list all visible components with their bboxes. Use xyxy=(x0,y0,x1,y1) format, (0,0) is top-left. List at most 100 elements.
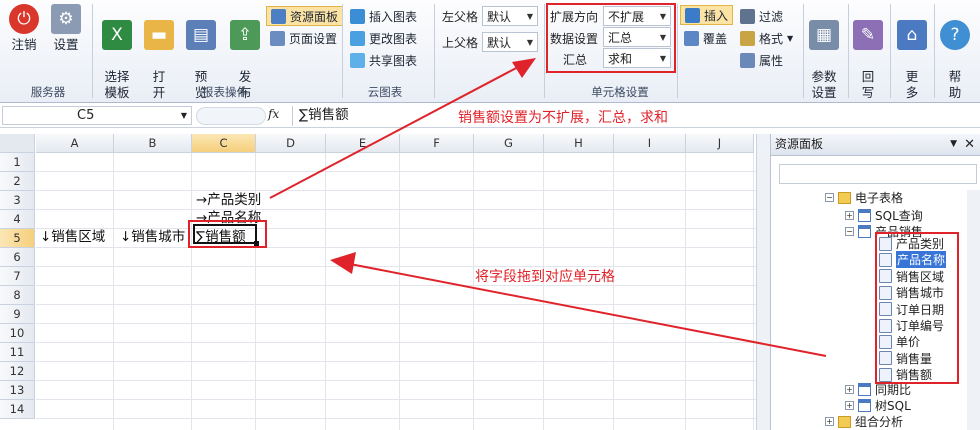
page-icon xyxy=(270,30,285,46)
top-parent-value: 默认 xyxy=(487,35,512,50)
more-button[interactable]: ⌂ 更 多 xyxy=(896,4,928,117)
more-label: 更 多 xyxy=(905,69,919,100)
tree-yoy-label: 同期比 xyxy=(875,383,912,397)
help-button[interactable]: ? 帮 助 xyxy=(938,4,972,117)
param-settings-button[interactable]: ▦ 参数 设置 xyxy=(806,4,842,117)
tree-electronic-table[interactable]: − 电子表格 xyxy=(825,189,903,206)
top-parent-select[interactable]: 默认 ▼ xyxy=(482,32,538,52)
select-template-button[interactable]: X 选择 模板 xyxy=(98,4,136,117)
collapse-icon[interactable]: − xyxy=(845,227,854,236)
row-header-14[interactable]: 14 xyxy=(0,400,35,419)
expand-icon[interactable]: + xyxy=(825,417,834,426)
column-header-e[interactable]: E xyxy=(326,134,400,153)
app-window: ⏻ 注销 ⚙ 设置 服务器 X 选择 模板 ▬ 打 开 ▤ 预 览 ⇪ 发 布 … xyxy=(0,0,980,430)
cell-settings-highlight xyxy=(546,3,676,73)
cell-b5[interactable]: ↓销售城市 xyxy=(120,225,185,245)
more-icon: ⌂ xyxy=(897,20,927,50)
row-header-13[interactable]: 13 xyxy=(0,381,35,400)
formula-controls xyxy=(196,107,266,125)
cell-a5[interactable]: ↓销售区域 xyxy=(40,225,105,245)
column-header-c[interactable]: C xyxy=(192,134,256,153)
grid-row-line xyxy=(36,209,756,210)
column-header-d[interactable]: D xyxy=(256,134,326,153)
row-header-4[interactable]: 4 xyxy=(0,210,35,229)
page-settings-button[interactable]: 页面设置 xyxy=(270,28,337,48)
publish-button[interactable]: ⇪ 发 布 xyxy=(226,4,264,117)
insert-label: 插入 xyxy=(704,8,729,23)
format-button[interactable]: 格式 ▼ xyxy=(740,28,793,48)
grid-column-line xyxy=(473,153,474,430)
resource-panel-button[interactable]: 资源面板 xyxy=(266,6,344,26)
column-header-f[interactable]: F xyxy=(400,134,474,153)
row-header-8[interactable]: 8 xyxy=(0,286,35,305)
insert-button[interactable]: 插入 xyxy=(680,5,734,25)
change-chart-label: 更改图表 xyxy=(369,31,418,46)
row-header-11[interactable]: 11 xyxy=(0,343,35,362)
grid-column-line xyxy=(113,153,114,430)
name-box[interactable]: C5 ▼ xyxy=(2,106,192,125)
row-header-6[interactable]: 6 xyxy=(0,248,35,267)
filter-icon xyxy=(740,8,755,24)
separator xyxy=(92,4,93,98)
writeback-button[interactable]: ✎ 回 写 xyxy=(852,4,884,117)
grid-row-line xyxy=(36,361,756,362)
row-header-3[interactable]: 3 xyxy=(0,191,35,210)
resource-panel-header: 资源面板 ▼ ✕ xyxy=(771,134,980,156)
filter-button[interactable]: 过滤 xyxy=(740,6,783,26)
brush-icon xyxy=(740,30,755,46)
close-icon[interactable]: ✕ xyxy=(964,134,975,155)
logout-button[interactable]: ⏻ 注销 xyxy=(6,4,42,53)
separator xyxy=(803,4,804,98)
column-header-i[interactable]: I xyxy=(614,134,686,153)
row-header-7[interactable]: 7 xyxy=(0,267,35,286)
panel-scrollbar[interactable] xyxy=(967,190,980,430)
open-button[interactable]: ▬ 打 开 xyxy=(142,4,176,117)
change-chart-button[interactable]: 更改图表 xyxy=(350,28,417,48)
expand-icon[interactable]: + xyxy=(845,385,854,394)
settings-button[interactable]: ⚙ 设置 xyxy=(48,4,84,53)
column-header-b[interactable]: B xyxy=(114,134,192,153)
column-header-a[interactable]: A xyxy=(36,134,114,153)
property-label: 属性 xyxy=(759,53,784,68)
fx-icon[interactable]: fx xyxy=(268,107,279,121)
publish-icon: ⇪ xyxy=(230,20,260,50)
column-header-g[interactable]: G xyxy=(474,134,544,153)
left-parent-select[interactable]: 默认 ▼ xyxy=(482,6,538,26)
separator xyxy=(677,4,678,98)
property-icon xyxy=(740,52,755,68)
param-settings-label: 参数 设置 xyxy=(811,69,837,100)
row-header-12[interactable]: 12 xyxy=(0,362,35,381)
tree-combo-analysis[interactable]: + 组合分析 xyxy=(825,413,903,430)
chevron-down-icon[interactable]: ▼ xyxy=(950,134,957,155)
row-header-10[interactable]: 10 xyxy=(0,324,35,343)
cell-settings-annotation: 销售额设置为不扩展，汇总，求和 xyxy=(458,110,668,126)
resource-search-input[interactable] xyxy=(779,164,977,184)
tree-yoy[interactable]: + 同期比 xyxy=(845,381,911,398)
cell-c3[interactable]: →产品类别 xyxy=(196,188,261,208)
cover-button[interactable]: 覆盖 xyxy=(684,28,727,48)
preview-button[interactable]: ▤ 预 览 xyxy=(184,4,218,117)
vertical-scrollbar[interactable] xyxy=(756,134,770,430)
row-header-1[interactable]: 1 xyxy=(0,153,35,172)
expand-icon[interactable]: + xyxy=(845,211,854,220)
expand-icon[interactable]: + xyxy=(845,401,854,410)
column-header-h[interactable]: H xyxy=(544,134,614,153)
collapse-icon[interactable]: − xyxy=(825,193,834,202)
select-all-corner[interactable] xyxy=(0,134,35,153)
chart-icon xyxy=(350,8,365,24)
insert-chart-button[interactable]: 插入图表 xyxy=(350,6,417,26)
tree-sql-tree-label: 树SQL xyxy=(875,399,911,413)
column-header-j[interactable]: J xyxy=(686,134,754,153)
tree-sql-query-label: SQL查询 xyxy=(875,209,923,223)
resource-panel-label: 资源面板 xyxy=(290,9,339,24)
tree-sql-tree[interactable]: + 树SQL xyxy=(845,397,911,414)
tree-sql-query[interactable]: + SQL查询 xyxy=(845,207,923,224)
share-chart-button[interactable]: 共享图表 xyxy=(350,50,417,70)
grid-row-line xyxy=(36,171,756,172)
row-header-2[interactable]: 2 xyxy=(0,172,35,191)
row-header-9[interactable]: 9 xyxy=(0,305,35,324)
grid-column-line xyxy=(399,153,400,430)
property-button[interactable]: 属性 xyxy=(740,50,783,70)
grid-row-line xyxy=(36,266,756,267)
row-header-5[interactable]: 5 xyxy=(0,229,35,248)
